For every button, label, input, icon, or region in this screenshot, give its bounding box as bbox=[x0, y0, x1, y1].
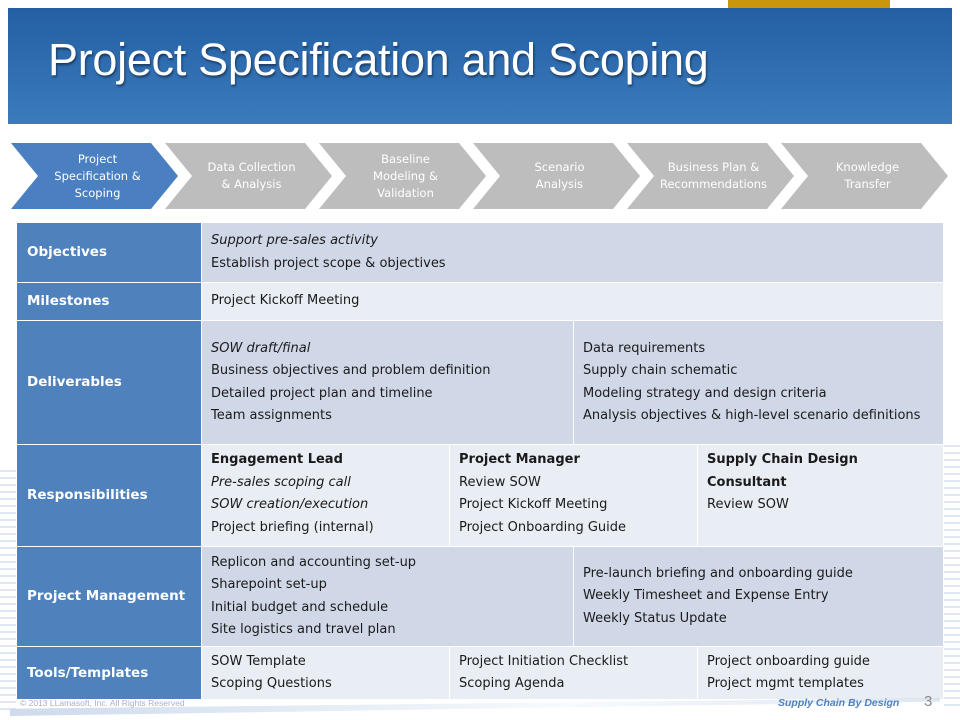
milestones-cell: Project Kickoff Meeting bbox=[200, 282, 945, 321]
tool-item: SOW Template bbox=[211, 653, 306, 669]
table-row-responsibilities: Responsibilities Engagement Lead Pre-sal… bbox=[16, 444, 945, 547]
process-step-label: Project Specification & Scoping bbox=[54, 151, 141, 200]
row-header: Objectives bbox=[16, 222, 202, 283]
pm-item: Weekly Status Update bbox=[583, 610, 727, 626]
table-row-project-management: Project Management Replicon and accounti… bbox=[16, 546, 945, 647]
deliverables-right-cell: Data requirements Supply chain schematic… bbox=[572, 320, 945, 445]
deliverable-item: Analysis objectives & high-level scenari… bbox=[583, 408, 921, 423]
role-task: Review SOW bbox=[459, 474, 541, 490]
role-task: Review SOW bbox=[707, 497, 789, 512]
process-step-label: Knowledge Transfer bbox=[835, 160, 900, 191]
role-task: Pre-sales scoping call bbox=[211, 474, 351, 490]
scope-table: Objectives Support pre-sales activity Es… bbox=[16, 222, 945, 700]
decorative-lines-left bbox=[0, 470, 16, 710]
responsibility-consultant: Supply Chain Design Consultant Review SO… bbox=[696, 444, 945, 547]
process-step-label: Business Plan & Recommendations bbox=[659, 160, 768, 191]
process-step-3: Baseline Modeling & Validation bbox=[319, 143, 486, 209]
process-step-1: Project Specification & Scoping bbox=[11, 143, 178, 209]
pm-item: Initial budget and schedule bbox=[211, 599, 389, 615]
process-step-4: Scenario Analysis bbox=[473, 143, 640, 209]
tagline-text: Supply Chain By Design bbox=[778, 697, 900, 709]
deliverable-item: Modeling strategy and design criteria bbox=[583, 385, 827, 401]
slide-title: Project Specification and Scoping bbox=[48, 34, 709, 85]
tool-item: Project mgmt templates bbox=[707, 676, 864, 691]
tool-item: Scoping Questions bbox=[211, 676, 332, 691]
table-row-deliverables: Deliverables SOW draft/final Business ob… bbox=[16, 320, 945, 445]
deliverable-item: Supply chain schematic bbox=[583, 363, 738, 378]
pm-item: Weekly Timesheet and Expense Entry bbox=[583, 588, 829, 604]
deliverable-item: Business objectives and problem definiti… bbox=[211, 363, 491, 378]
copyright-text: © 2013 LLamasoft, Inc. All Rights Reserv… bbox=[20, 698, 185, 708]
table-row-tools: Tools/Templates SOW Template Scoping Que… bbox=[16, 646, 945, 700]
role-task: Project briefing (internal) bbox=[211, 519, 374, 535]
project-management-right-cell: Pre-launch briefing and onboarding guide… bbox=[572, 546, 945, 647]
responsibility-project-manager: Project Manager Review SOW Project Kicko… bbox=[449, 444, 698, 547]
decorative-lines-right bbox=[944, 445, 960, 710]
objectives-cell: Support pre-sales activity Establish pro… bbox=[200, 222, 945, 283]
role-title: Engagement Lead bbox=[211, 452, 343, 467]
row-header: Responsibilities bbox=[16, 444, 202, 547]
milestone-item: Project Kickoff Meeting bbox=[211, 293, 360, 309]
role-task: Project Kickoff Meeting bbox=[459, 497, 608, 512]
tools-col1-cell: SOW Template Scoping Questions bbox=[201, 646, 450, 700]
process-chevrons: Project Specification & Scoping Data Col… bbox=[0, 143, 960, 209]
pm-item: Pre-launch briefing and onboarding guide bbox=[583, 565, 853, 581]
row-header: Tools/Templates bbox=[16, 646, 202, 700]
role-title: Supply Chain Design Consultant bbox=[707, 452, 858, 490]
deliverable-item: Detailed project plan and timeline bbox=[211, 385, 433, 401]
responsibility-engagement-lead: Engagement Lead Pre-sales scoping call S… bbox=[201, 444, 450, 547]
objective-item: Support pre-sales activity bbox=[211, 233, 378, 248]
row-header: Deliverables bbox=[16, 320, 202, 445]
tool-item: Project onboarding guide bbox=[707, 653, 870, 669]
deliverable-item: Data requirements bbox=[583, 340, 706, 356]
tool-item: Scoping Agenda bbox=[459, 676, 565, 691]
pm-item: Sharepoint set-up bbox=[211, 577, 327, 592]
deliverables-left-cell: SOW draft/final Business objectives and … bbox=[201, 320, 574, 445]
pm-item: Replicon and accounting set-up bbox=[211, 554, 417, 570]
deliverable-item: SOW draft/final bbox=[211, 340, 311, 356]
pm-item: Site logistics and travel plan bbox=[211, 622, 396, 637]
process-step-5: Business Plan & Recommendations bbox=[627, 143, 794, 209]
process-step-2: Data Collection & Analysis bbox=[165, 143, 332, 209]
role-task: Project Onboarding Guide bbox=[459, 519, 627, 535]
tools-col2-cell: Project Initiation Checklist Scoping Age… bbox=[449, 646, 698, 700]
page-number: 3 bbox=[924, 693, 933, 710]
process-step-6: Knowledge Transfer bbox=[781, 143, 948, 209]
role-task: SOW creation/execution bbox=[211, 497, 369, 512]
project-management-left-cell: Replicon and accounting set-up Sharepoin… bbox=[201, 546, 574, 647]
table-row-objectives: Objectives Support pre-sales activity Es… bbox=[16, 222, 945, 283]
deliverable-item: Team assignments bbox=[211, 408, 332, 423]
process-step-label: Baseline Modeling & Validation bbox=[373, 151, 438, 200]
process-step-label: Data Collection & Analysis bbox=[207, 160, 296, 191]
row-header: Milestones bbox=[16, 282, 202, 321]
process-step-label: Scenario Analysis bbox=[534, 160, 585, 191]
table-row-milestones: Milestones Project Kickoff Meeting bbox=[16, 282, 945, 321]
tool-item: Project Initiation Checklist bbox=[459, 653, 629, 669]
tools-col3-cell: Project onboarding guide Project mgmt te… bbox=[696, 646, 945, 700]
row-header: Project Management bbox=[16, 546, 202, 647]
objective-item: Establish project scope & objectives bbox=[211, 255, 446, 271]
role-title: Project Manager bbox=[459, 452, 580, 467]
